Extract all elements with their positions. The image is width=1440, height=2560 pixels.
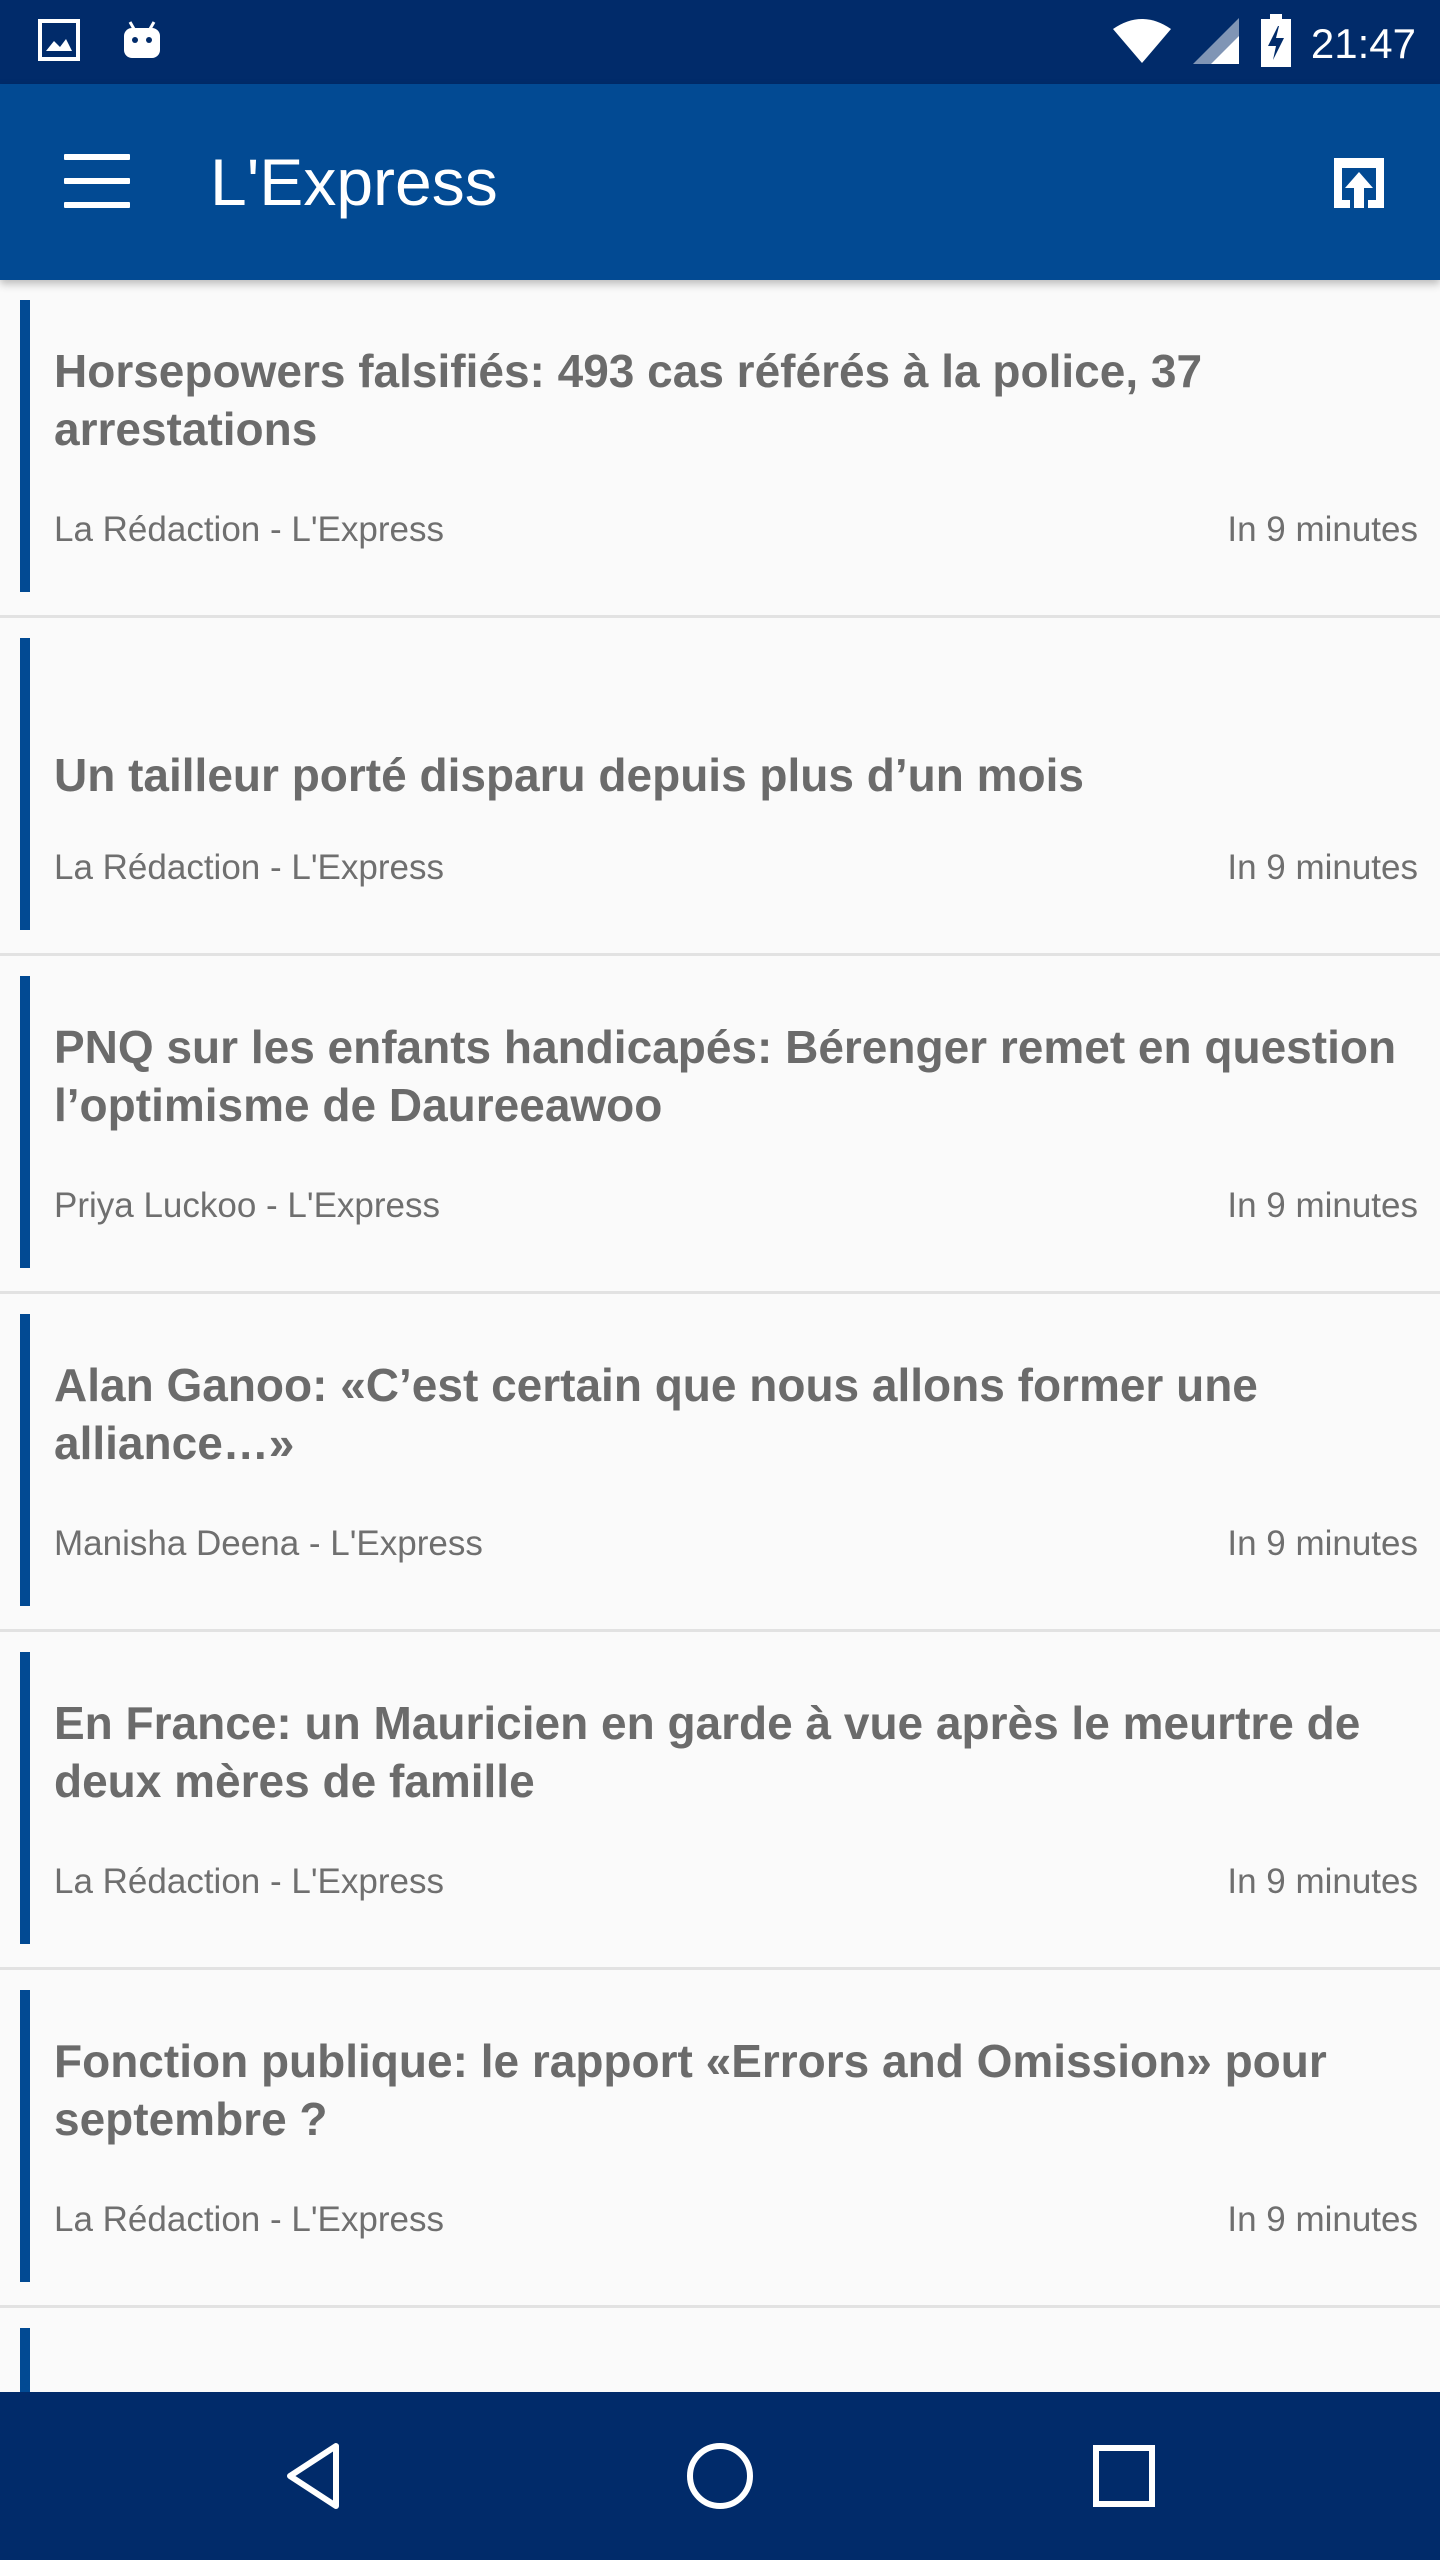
article-card[interactable]: En France: un Mauricien en garde à vue a… (0, 1632, 1440, 1970)
article-card[interactable]: Un tailleur porté disparu depuis plus d’… (0, 618, 1440, 956)
article-author: La Rédaction - L'Express (54, 848, 444, 887)
article-title: Alan Ganoo: «C’est certain que nous allo… (54, 1359, 1258, 1469)
hamburger-menu-icon[interactable] (64, 154, 130, 208)
article-list: Horsepowers falsifiés: 493 cas référés à… (0, 280, 1440, 2392)
status-time: 21:47 (1310, 19, 1416, 67)
wifi-icon (1111, 17, 1173, 70)
article-card[interactable]: Horsepowers falsifiés: 493 cas référés à… (0, 280, 1440, 618)
article-time: In 9 minutes (1227, 2200, 1418, 2239)
article-author: Priya Luckoo - L'Express (54, 1186, 441, 1225)
article-title: Un tailleur porté disparu depuis plus d’… (54, 749, 1084, 801)
card-accent-bar (20, 1652, 30, 1944)
signal-icon (1191, 16, 1241, 71)
card-accent-bar (20, 1314, 30, 1606)
article-author: La Rédaction - L'Express (54, 510, 444, 549)
card-accent-bar (20, 638, 30, 930)
article-title: Fonction publique: le rapport «Errors an… (54, 2035, 1327, 2145)
article-time: In 9 minutes (1227, 1524, 1418, 1563)
open-in-browser-icon[interactable] (1326, 150, 1392, 216)
article-time: In 9 minutes (1227, 1186, 1418, 1225)
article-title: PNQ sur les enfants handicapés: Bérenger… (54, 1021, 1397, 1131)
article-title: Horsepowers falsifiés: 493 cas référés à… (54, 345, 1203, 455)
card-accent-bar (20, 976, 30, 1268)
article-time: In 9 minutes (1227, 848, 1418, 887)
article-time: In 9 minutes (1227, 510, 1418, 549)
status-bar: 21:47 (0, 0, 1440, 84)
battery-charging-icon (1259, 14, 1293, 73)
app-bar: L'Express (0, 84, 1440, 280)
back-icon[interactable] (274, 2434, 358, 2518)
article-card[interactable]: PNQ sur les enfants handicapés: Bérenger… (0, 956, 1440, 1294)
article-author: Manisha Deena - L'Express (54, 1524, 483, 1563)
system-nav-bar (0, 2392, 1440, 2560)
card-accent-bar (20, 1990, 30, 2282)
image-icon (38, 19, 80, 66)
article-title: En France: un Mauricien en garde à vue a… (54, 1697, 1361, 1807)
home-icon[interactable] (678, 2434, 762, 2518)
article-card-partial[interactable] (0, 2308, 1440, 2392)
article-time: In 9 minutes (1227, 1862, 1418, 1901)
android-icon (120, 18, 164, 67)
article-card[interactable]: Alan Ganoo: «C’est certain que nous allo… (0, 1294, 1440, 1632)
article-author: La Rédaction - L'Express (54, 1862, 444, 1901)
app-title: L'Express (210, 145, 498, 219)
card-accent-bar (20, 300, 30, 592)
article-author: La Rédaction - L'Express (54, 2200, 444, 2239)
article-card[interactable]: Fonction publique: le rapport «Errors an… (0, 1970, 1440, 2308)
recents-icon[interactable] (1082, 2434, 1166, 2518)
card-accent-bar (20, 2328, 30, 2392)
